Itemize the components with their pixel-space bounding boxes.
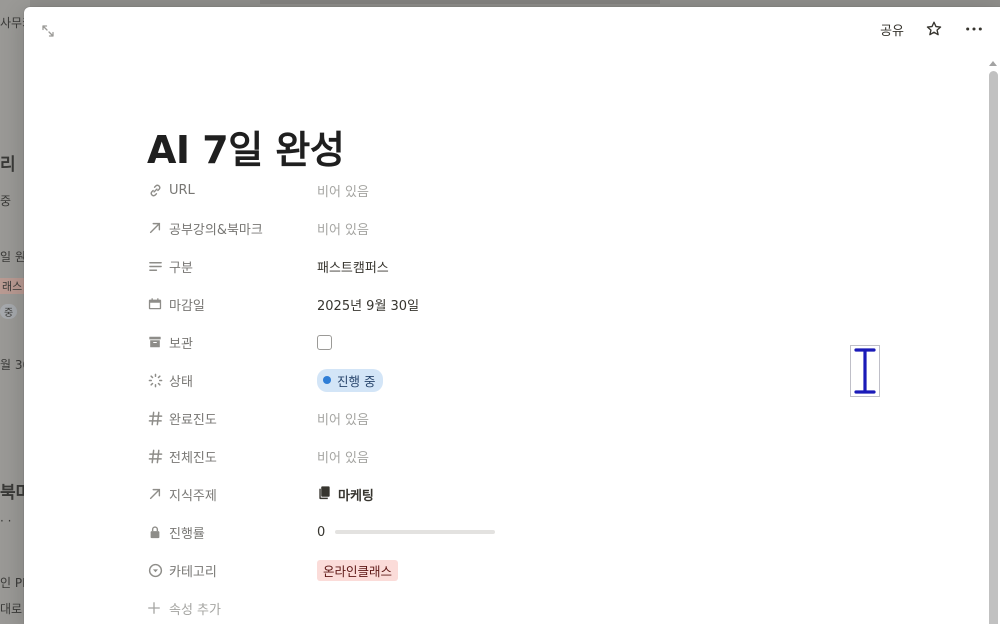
background-text-fragment: 일 원 xyxy=(0,250,26,264)
property-key-label: 완료진도 xyxy=(169,412,217,428)
background-text-fragment: · · xyxy=(0,514,12,528)
property-row: 상태 진행 중 xyxy=(147,361,847,399)
property-row: 보관 xyxy=(147,323,847,361)
property-key-label: 마감일 xyxy=(169,298,205,314)
add-property-label: 속성 추가 xyxy=(169,602,221,618)
property-key-label: 보관 xyxy=(169,336,193,352)
property-list: URL 비어 있음 공부강의&북마크 비어 있음 구분 패스트캠퍼스 마감일 2025년 9월… xyxy=(147,171,847,624)
page-document-icon xyxy=(317,485,332,504)
property-key-label: 구분 xyxy=(169,260,193,276)
add-property-button[interactable]: 속성 추가 xyxy=(147,589,847,624)
property-row: URL 비어 있음 xyxy=(147,171,847,209)
lock-icon xyxy=(147,524,163,540)
empty-value-placeholder: 비어 있음 xyxy=(317,222,369,238)
status-label: 진행 중 xyxy=(337,373,376,389)
archive-checkbox[interactable] xyxy=(317,334,332,350)
property-row: 구분 패스트캠퍼스 xyxy=(147,247,847,285)
progress-number: 0 xyxy=(317,524,326,540)
property-key-label: 진행률 xyxy=(169,526,205,542)
property-row: 진행률 0 xyxy=(147,513,847,551)
property-value[interactable]: 비어 있음 xyxy=(317,219,369,238)
property-value[interactable] xyxy=(317,334,332,350)
status-badge[interactable]: 진행 중 xyxy=(317,368,384,392)
property-row: 완료진도 비어 있음 xyxy=(147,399,847,437)
background-text-fragment: 리 xyxy=(0,155,16,175)
empty-value-placeholder: 비어 있음 xyxy=(317,450,369,466)
background-text-fragment: 중 xyxy=(0,304,18,319)
hash-icon xyxy=(147,448,163,464)
top-bar: 공유 xyxy=(880,19,984,39)
property-row: 공부강의&북마크 비어 있음 xyxy=(147,209,847,247)
progress-bar xyxy=(335,530,496,534)
property-key[interactable]: 상태 xyxy=(147,371,317,390)
property-key[interactable]: 완료진도 xyxy=(147,409,317,428)
property-value[interactable]: 비어 있음 xyxy=(317,447,369,466)
relation-arrow-icon xyxy=(147,486,163,502)
more-options-icon[interactable] xyxy=(964,19,984,39)
property-value-text: 패스트캠퍼스 xyxy=(317,260,389,276)
property-key[interactable]: 보관 xyxy=(147,333,317,352)
category-tag[interactable]: 온라인클래스 xyxy=(317,559,399,581)
text-cursor-ibeam-icon xyxy=(850,345,880,397)
property-key-label: 지식주제 xyxy=(169,488,217,504)
property-value[interactable]: 마케팅 xyxy=(317,485,374,504)
plus-icon xyxy=(147,601,161,615)
calendar-icon xyxy=(147,296,163,312)
property-key-label: 공부강의&북마크 xyxy=(169,222,263,238)
empty-value-placeholder: 비어 있음 xyxy=(317,184,369,200)
select-circle-icon xyxy=(147,562,163,578)
property-value[interactable]: 패스트캠퍼스 xyxy=(317,257,389,276)
scrollbar-thumb[interactable] xyxy=(989,71,998,624)
status-dot-icon xyxy=(323,376,331,384)
property-key-label: 상태 xyxy=(169,374,193,390)
property-value[interactable]: 2025년 9월 30일 xyxy=(317,295,419,314)
property-key[interactable]: URL xyxy=(147,182,317,198)
share-button[interactable]: 공유 xyxy=(880,20,904,39)
favorite-star-icon[interactable] xyxy=(924,19,944,39)
link-icon xyxy=(147,182,163,198)
property-key[interactable]: 진행률 xyxy=(147,523,317,542)
hash-icon xyxy=(147,410,163,426)
property-key[interactable]: 카테고리 xyxy=(147,561,317,580)
scroll-up-arrow-icon[interactable] xyxy=(989,61,997,66)
background-text-fragment: 중 xyxy=(0,194,12,208)
property-key[interactable]: 전체진도 xyxy=(147,447,317,466)
property-row: 전체진도 비어 있음 xyxy=(147,437,847,475)
relation-link[interactable]: 마케팅 xyxy=(317,485,374,504)
background-top-edge xyxy=(260,0,660,4)
text-lines-icon xyxy=(147,258,163,274)
background-text-fragment: 래스 xyxy=(0,278,25,294)
property-value[interactable]: 온라인클래스 xyxy=(317,559,399,581)
property-value[interactable]: 비어 있음 xyxy=(317,181,369,200)
archive-icon xyxy=(147,334,163,350)
property-key-label: 카테고리 xyxy=(169,564,217,580)
property-row: 카테고리 온라인클래스 xyxy=(147,551,847,589)
property-key[interactable]: 마감일 xyxy=(147,295,317,314)
property-row: 마감일 2025년 9월 30일 xyxy=(147,285,847,323)
relation-arrow-icon xyxy=(147,220,163,236)
property-value[interactable]: 비어 있음 xyxy=(317,409,369,428)
status-loader-icon xyxy=(147,372,163,388)
property-value[interactable]: 진행 중 xyxy=(317,368,384,392)
progress-display: 0 xyxy=(317,524,496,540)
page-title[interactable]: AI 7일 완성 xyxy=(147,119,345,174)
expand-icon[interactable] xyxy=(40,23,56,39)
background-text-fragment: 대로 xyxy=(0,602,23,616)
page-peek-modal: 공유 AI 7일 완성 URL 비어 있음 공부강의&북마크 비어 있음 구분 패스트캠퍼… xyxy=(24,7,1000,624)
property-row: 지식주제 마케팅 xyxy=(147,475,847,513)
property-key[interactable]: 공부강의&북마크 xyxy=(147,219,317,238)
property-value[interactable]: 0 xyxy=(317,524,496,540)
relation-label: 마케팅 xyxy=(338,488,374,504)
property-value-text: 2025년 9월 30일 xyxy=(317,298,420,314)
property-key[interactable]: 구분 xyxy=(147,257,317,276)
property-key[interactable]: 지식주제 xyxy=(147,485,317,504)
property-key-label: URL xyxy=(169,182,195,198)
property-key-label: 전체진도 xyxy=(169,450,217,466)
empty-value-placeholder: 비어 있음 xyxy=(317,412,369,428)
